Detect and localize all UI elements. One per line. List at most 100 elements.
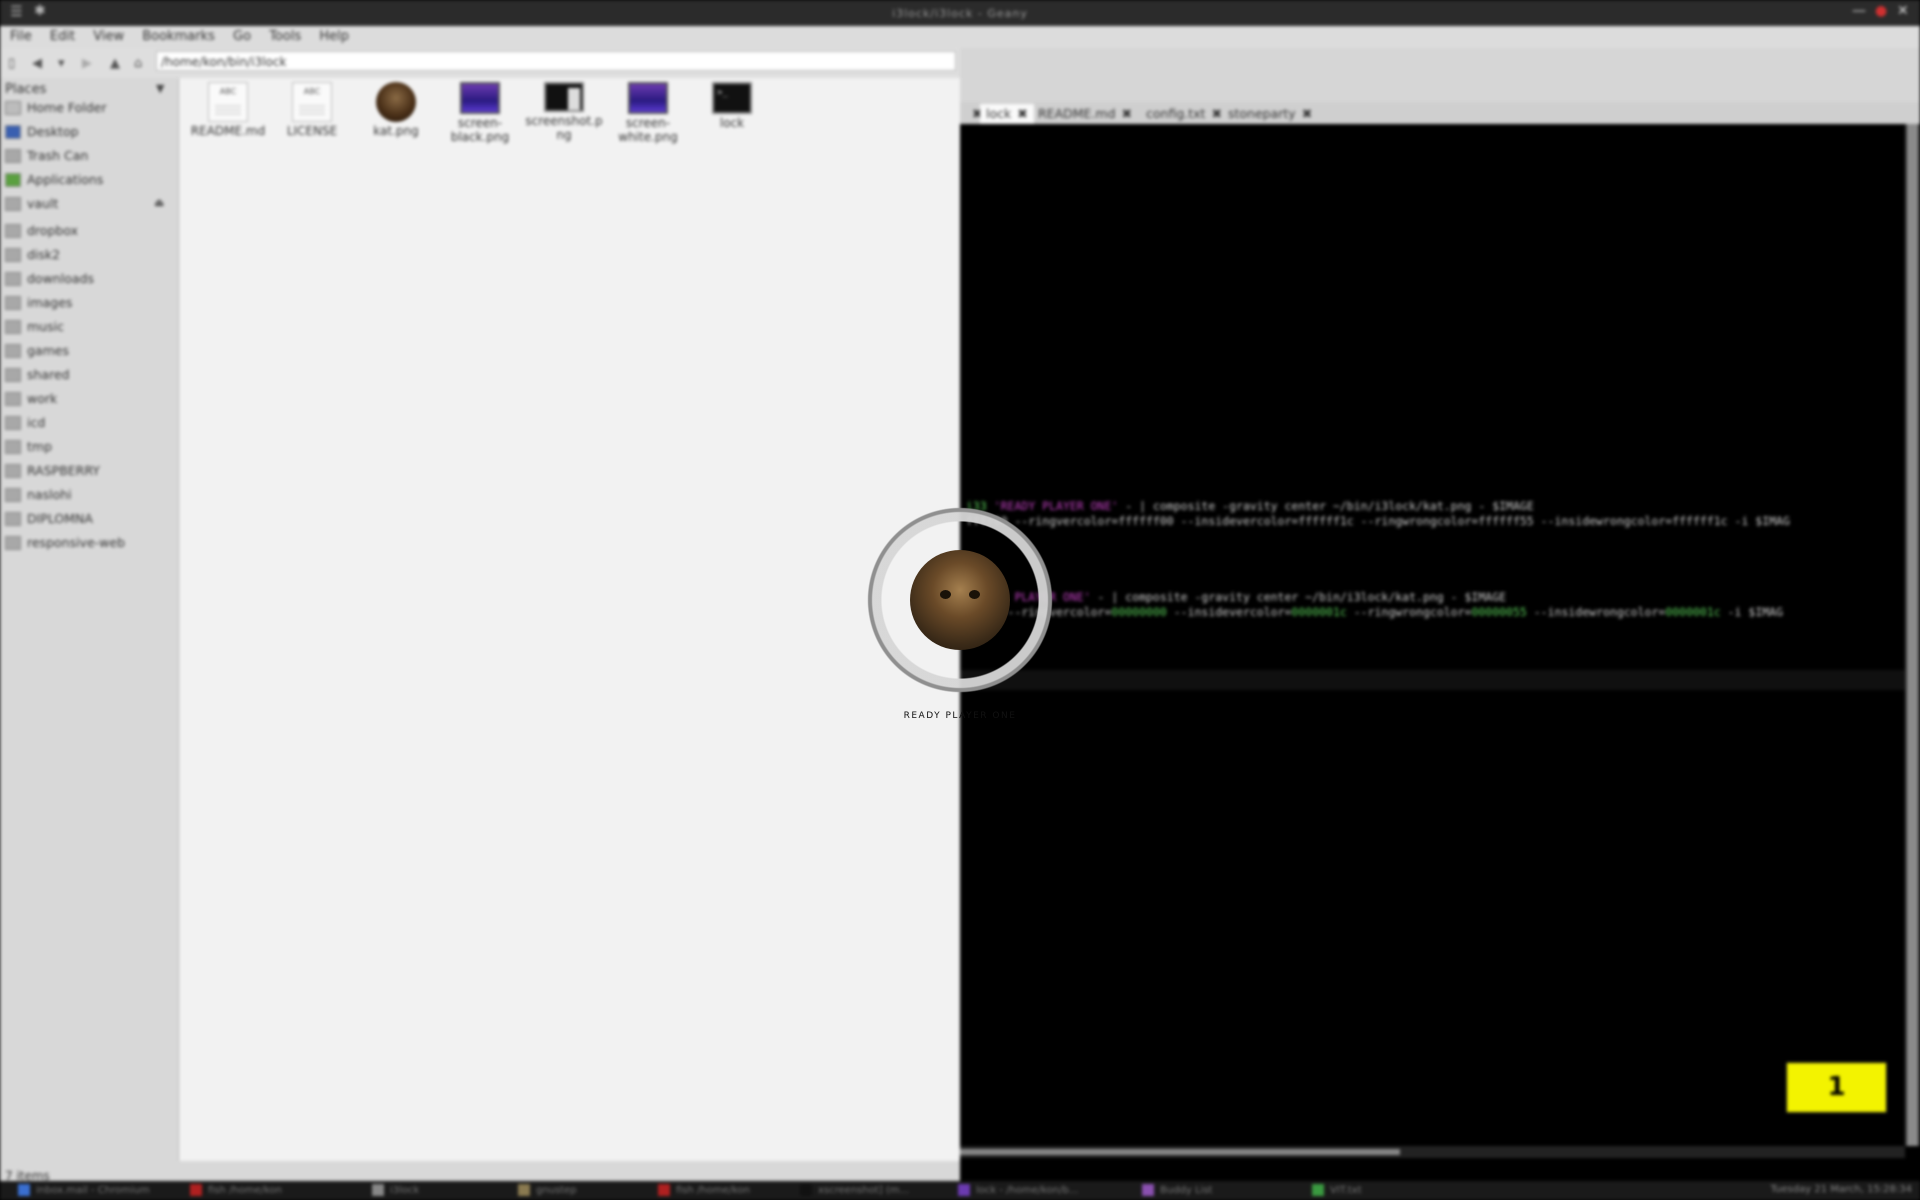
menu-help[interactable]: Help [319,29,349,44]
places-sidebar: Places ▼ Home Folder Desktop Trash Can Appl… [0,78,179,1161]
eject-icon[interactable]: ⏏ [154,196,164,209]
window-titlebar: ☰ ✱ i3lock/i3lock - Geany — ● ✕ [0,0,1920,26]
file-view[interactable]: ABC README.md ABC LICENSE kat.png screen-blac… [180,78,960,1161]
task-label: lock - /home/kon/b... [976,1185,1079,1196]
sidebar-item[interactable]: images [0,292,178,314]
tab-close-icon[interactable]: ✖ [1302,106,1312,121]
maximize-icon[interactable]: ● [1875,3,1887,19]
text-file-icon: ABC [208,82,248,122]
folder-icon [5,272,21,286]
code-token: --insidewrongcolor= [1526,605,1666,619]
editor-tabs: ✖ lock ✖ README.md ✖ config.txt ✖ stonepart… [960,102,1920,124]
sidebar-item[interactable]: shared [0,364,178,386]
folder-icon [5,392,21,406]
sidebar-item[interactable]: downloads [0,268,178,290]
file-item[interactable]: screen-white.png [605,82,691,144]
sidebar-item[interactable]: responsive-web [0,532,178,554]
sidebar-item[interactable]: Desktop [0,121,178,143]
up-icon[interactable]: ▲ [110,56,120,71]
sidebar-item-label: Trash Can [27,148,89,163]
fm-menubar: File Edit View Bookmarks Go Tools Help [0,26,960,48]
sidebar-item-label: naslohi [27,487,72,502]
menu-bookmarks[interactable]: Bookmarks [142,29,215,44]
sidebar-item[interactable]: DIPLOMNA [0,508,178,530]
tab-readme[interactable]: README.md ✖ [1032,104,1138,124]
file-name: screenshot.p [525,114,603,128]
sidebar-item-label: Home Folder [27,100,107,115]
close-icon[interactable]: ✕ [1897,3,1909,19]
file-name-cont: ng [556,128,572,142]
file-item[interactable]: kat.png [353,82,439,138]
home-icon[interactable]: ⌂ [134,56,142,71]
sidebar-item[interactable]: Home Folder [0,97,178,119]
back-icon[interactable]: ◀ [32,56,42,71]
sidebar-item[interactable]: vault ⏏ [0,193,178,215]
sidebar-item[interactable]: RASPBERRY [0,460,178,482]
sidebar-item[interactable]: Trash Can [0,145,178,167]
image-thumbnail-icon [628,82,668,114]
chevron-down-icon[interactable]: ▼ [156,82,164,95]
taskbar-task[interactable]: gnustep [518,1184,577,1196]
taskbar-task[interactable]: xscreenshot] (m... [800,1184,909,1196]
file-name: README.md [190,124,266,138]
tab-close-icon[interactable]: ✖ [1211,106,1221,121]
code-token: - | composite -gravity center ~/bin/i3lo… [1118,499,1534,513]
taskbar-task[interactable]: fish /home/kon [190,1184,282,1196]
text-file-icon: ABC [292,82,332,122]
editor-pane[interactable]: i33 'READY PLAYER ONE' - | composite -gr… [960,124,1905,1146]
scrollbar-thumb[interactable] [960,1149,1400,1155]
sidebar-item[interactable]: disk2 [0,244,178,266]
code-string: 'READY PLAYER ONE' [993,499,1119,513]
folder-icon [5,344,21,358]
folder-icon [5,512,21,526]
file-item[interactable]: >_ lock [689,82,775,130]
minimize-icon[interactable]: — [1852,3,1866,19]
tab-stoneparty[interactable]: stoneparty ✖ [1222,104,1318,124]
taskbar-task[interactable]: inbox.mail - Chromium [18,1184,150,1196]
sidebar-item-label: shared [27,367,70,382]
sidebar-item[interactable]: naslohi [0,484,178,506]
vertical-scrollbar[interactable] [1905,124,1920,1146]
scrollbar-thumb[interactable] [1907,124,1918,1146]
folder-icon [5,296,21,310]
menu-file[interactable]: File [10,29,32,44]
dropdown-icon[interactable]: ▾ [58,56,65,71]
file-item[interactable]: ABC LICENSE [269,82,355,138]
menu-tools[interactable]: Tools [269,29,301,44]
new-tab-icon[interactable]: ▯ [8,56,15,71]
taskbar-task[interactable]: i3lock [372,1184,419,1196]
applications-icon [5,173,21,187]
menu-edit[interactable]: Edit [50,29,75,44]
menu-go[interactable]: Go [233,29,251,44]
cat-avatar [910,550,1010,650]
file-item[interactable]: screenshot.p ng [521,82,607,142]
tab-close-icon[interactable]: ✖ [1017,106,1027,121]
sidebar-item[interactable]: work [0,388,178,410]
sidebar-item[interactable]: icd [0,412,178,434]
sidebar-item[interactable]: games [0,340,178,362]
location-bar[interactable]: /home/kon/bin/i3lock [156,51,956,71]
task-label: inbox.mail - Chromium [36,1185,150,1196]
folder-icon [5,488,21,502]
sidebar-item[interactable]: dropbox [0,220,178,242]
forward-icon[interactable]: ▶ [82,56,92,71]
sidebar-item-label: disk2 [27,247,61,262]
tab-lock[interactable]: lock ✖ [980,104,1034,124]
horizontal-scrollbar[interactable] [960,1146,1905,1158]
desktop-icon [5,125,21,139]
sidebar-item[interactable]: tmp [0,436,178,458]
taskbar-task[interactable]: fish /home/kon [658,1184,750,1196]
sidebar-item-label: dropbox [27,223,78,238]
icon-lines [299,105,325,115]
file-item[interactable]: ABC README.md [185,82,271,138]
taskbar-task[interactable]: VIT.txt [1312,1184,1362,1196]
sidebar-item[interactable]: music [0,316,178,338]
file-item[interactable]: screen-black.png [437,82,523,144]
tab-close-icon[interactable]: ✖ [1122,106,1132,121]
sidebar-item[interactable]: Applications [0,169,178,191]
tab-config[interactable]: config.txt ✖ [1140,104,1228,124]
taskbar-task[interactable]: Buddy List [1142,1184,1212,1196]
taskbar-task[interactable]: lock - /home/kon/b... [958,1184,1078,1196]
menu-view[interactable]: View [93,29,124,44]
sidebar-item-label: icd [27,415,46,430]
